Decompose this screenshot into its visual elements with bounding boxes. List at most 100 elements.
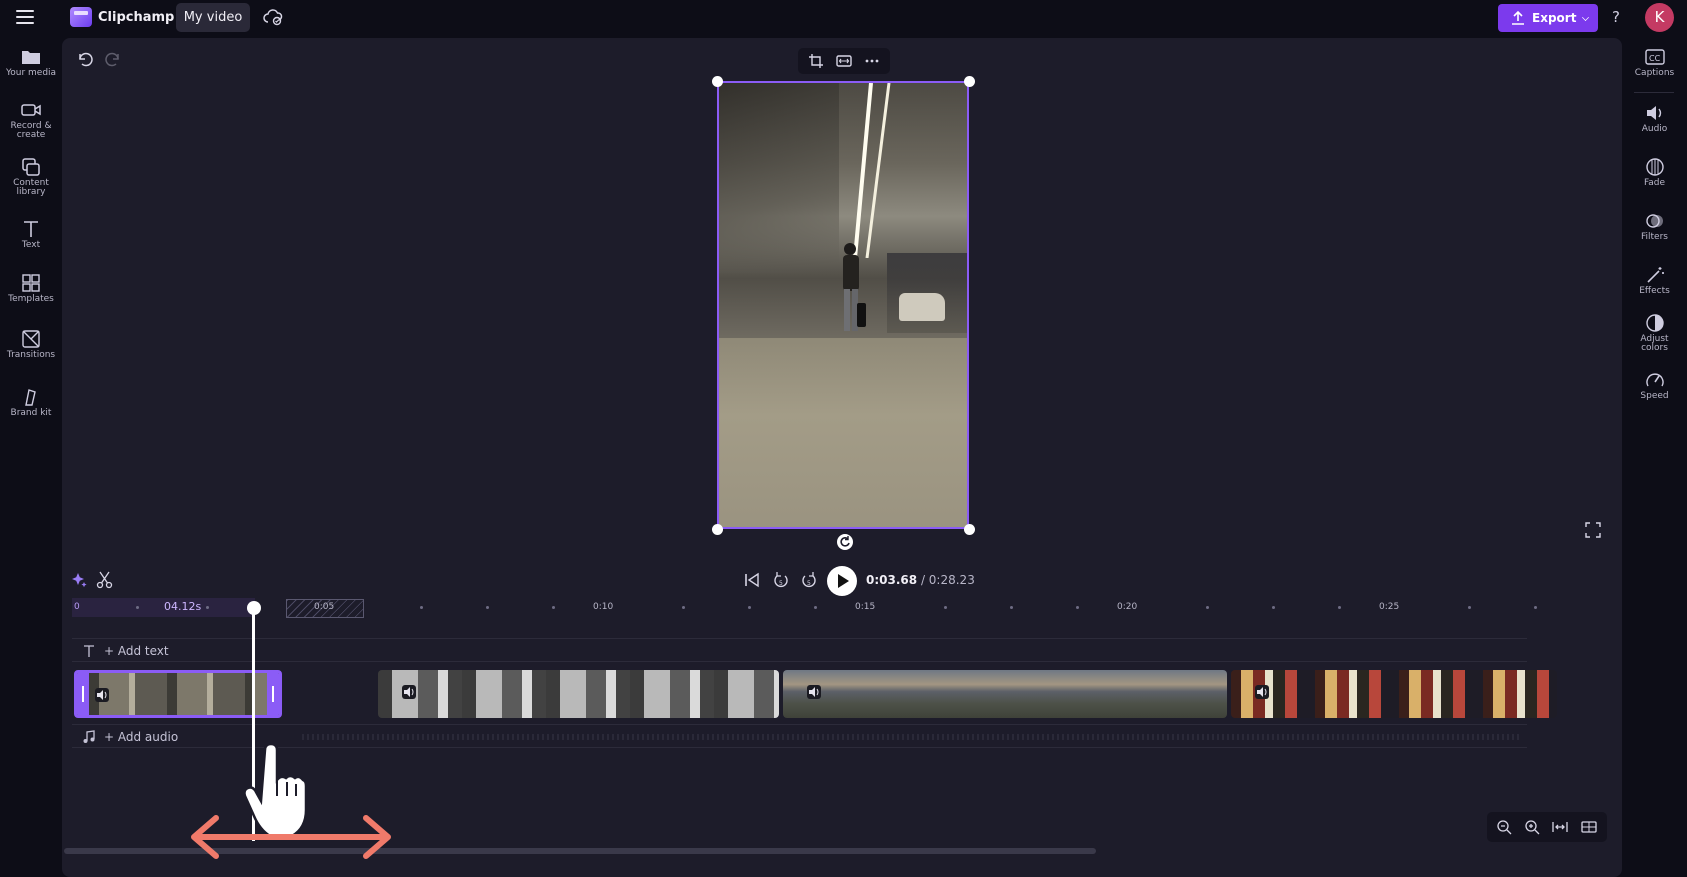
nav-brand-kit[interactable]: Brand kit	[0, 388, 62, 418]
nav-record-create[interactable]: Record & create	[0, 101, 62, 140]
panel-effects[interactable]: Effects	[1622, 266, 1687, 296]
video-clip[interactable]	[1231, 670, 1557, 718]
rewind-5-icon[interactable]: 5	[771, 570, 791, 590]
panel-audio[interactable]: Audio	[1622, 104, 1687, 134]
transitions-icon	[22, 330, 40, 348]
panel-captions[interactable]: CC Captions	[1622, 48, 1687, 78]
add-audio-button[interactable]: + Add audio	[104, 730, 178, 744]
trim-handle-left[interactable]	[77, 673, 89, 715]
more-options-icon[interactable]	[864, 53, 880, 69]
tick-mark	[814, 606, 817, 609]
captions-icon: CC	[1644, 49, 1665, 65]
fit-timeline-icon[interactable]	[1552, 819, 1568, 835]
nav-label: Record & create	[10, 121, 52, 140]
nav-templates[interactable]: Templates	[0, 274, 62, 304]
skip-to-start-icon[interactable]	[742, 570, 762, 590]
music-note-icon	[83, 730, 95, 743]
upload-icon	[1512, 10, 1524, 25]
panel-filters[interactable]: Filters	[1622, 212, 1687, 242]
video-clip[interactable]	[783, 670, 1227, 718]
zoom-controls	[1487, 812, 1607, 842]
rotate-icon[interactable]	[837, 534, 853, 550]
tick-mark	[1534, 606, 1537, 609]
tick-mark	[1338, 606, 1341, 609]
speaker-icon[interactable]	[807, 685, 821, 699]
preview-ceiling	[719, 83, 839, 273]
nav-label: Brand kit	[10, 408, 52, 418]
panel-fade[interactable]: Fade	[1622, 158, 1687, 188]
audio-waveform-placeholder	[302, 734, 1522, 740]
preview-lights	[853, 83, 891, 258]
menu-icon[interactable]	[16, 10, 34, 24]
panel-label: Captions	[1634, 68, 1675, 78]
tick-mark	[552, 606, 555, 609]
tick-mark	[136, 606, 139, 609]
panel-speed[interactable]: Speed	[1622, 371, 1687, 401]
preview-car	[899, 293, 945, 321]
zoom-in-icon[interactable]	[1524, 819, 1540, 835]
fade-icon	[1645, 158, 1664, 176]
sparkle-icon[interactable]	[70, 571, 88, 589]
expand-tracks-icon[interactable]	[1581, 819, 1597, 835]
help-icon[interactable]: ?	[1608, 8, 1624, 28]
add-text-button[interactable]: + Add text	[104, 644, 169, 658]
fullscreen-icon[interactable]	[1585, 522, 1601, 538]
resize-handle-top-right[interactable]	[964, 76, 975, 87]
total-time: / 0:28.23	[920, 573, 975, 587]
nav-your-media[interactable]: Your media	[0, 48, 62, 78]
scissors-icon[interactable]	[96, 571, 114, 589]
playback-time: 0:03.68 / 0:28.23	[866, 573, 975, 587]
text-icon	[24, 221, 38, 237]
camera-icon	[21, 104, 41, 116]
play-button[interactable]	[827, 566, 857, 596]
crop-icon[interactable]	[808, 53, 824, 69]
divider	[1634, 92, 1674, 93]
fit-icon[interactable]	[836, 53, 852, 69]
nav-content-library[interactable]: Content library	[0, 158, 62, 197]
speedometer-icon	[1645, 373, 1664, 387]
nav-transitions[interactable]: Transitions	[0, 330, 62, 360]
tick-mark	[944, 606, 947, 609]
chevron-down-icon	[1582, 14, 1589, 21]
avatar[interactable]: K	[1645, 3, 1674, 32]
forward-5-icon[interactable]: 5	[799, 570, 819, 590]
export-button[interactable]: Export	[1498, 4, 1598, 32]
templates-icon	[22, 274, 40, 292]
speaker-icon[interactable]	[95, 688, 109, 702]
tick-label: 0:25	[1379, 602, 1400, 612]
speaker-icon[interactable]	[402, 685, 416, 699]
resize-handle-bottom-right[interactable]	[964, 524, 975, 535]
speaker-icon[interactable]	[1255, 685, 1269, 699]
svg-text:5: 5	[779, 580, 783, 587]
preview-toolbar	[798, 48, 890, 74]
cloud-saved-icon[interactable]	[263, 8, 283, 26]
clipchamp-logo-icon	[70, 7, 92, 27]
text-track[interactable]: + Add text	[72, 638, 1527, 662]
folder-icon	[22, 51, 40, 64]
zoom-out-icon[interactable]	[1496, 819, 1512, 835]
resize-handle-bottom-left[interactable]	[712, 524, 723, 535]
tick-mark	[1272, 606, 1275, 609]
tick-mark	[486, 606, 489, 609]
video-clip-selected[interactable]	[74, 670, 282, 718]
tick-label: 0:10	[593, 602, 614, 612]
redo-icon[interactable]	[104, 50, 122, 68]
resize-handle-top-left[interactable]	[712, 76, 723, 87]
clip-thumbnails	[89, 673, 267, 715]
filters-icon	[1645, 214, 1663, 228]
nav-text[interactable]: Text	[0, 220, 62, 250]
nav-label: Content library	[13, 178, 49, 197]
tick-label: 0:20	[1117, 602, 1138, 612]
undo-icon[interactable]	[76, 50, 94, 68]
video-clip[interactable]	[378, 670, 779, 718]
panel-adjust-colors[interactable]: Adjust colors	[1622, 314, 1687, 353]
timeline-ruler[interactable]: 0 04.12s 0:05 0:10 0:15 0:20 0:25	[72, 598, 1602, 618]
top-bar: Clipchamp My video Export ? K	[0, 0, 1687, 36]
speaker-icon	[1646, 106, 1661, 120]
svg-text:5: 5	[807, 580, 811, 587]
contrast-icon	[1645, 314, 1664, 332]
export-label: Export	[1532, 11, 1577, 25]
trim-handle-right[interactable]	[267, 673, 279, 715]
project-title[interactable]: My video	[176, 3, 250, 32]
video-preview[interactable]	[717, 81, 969, 529]
